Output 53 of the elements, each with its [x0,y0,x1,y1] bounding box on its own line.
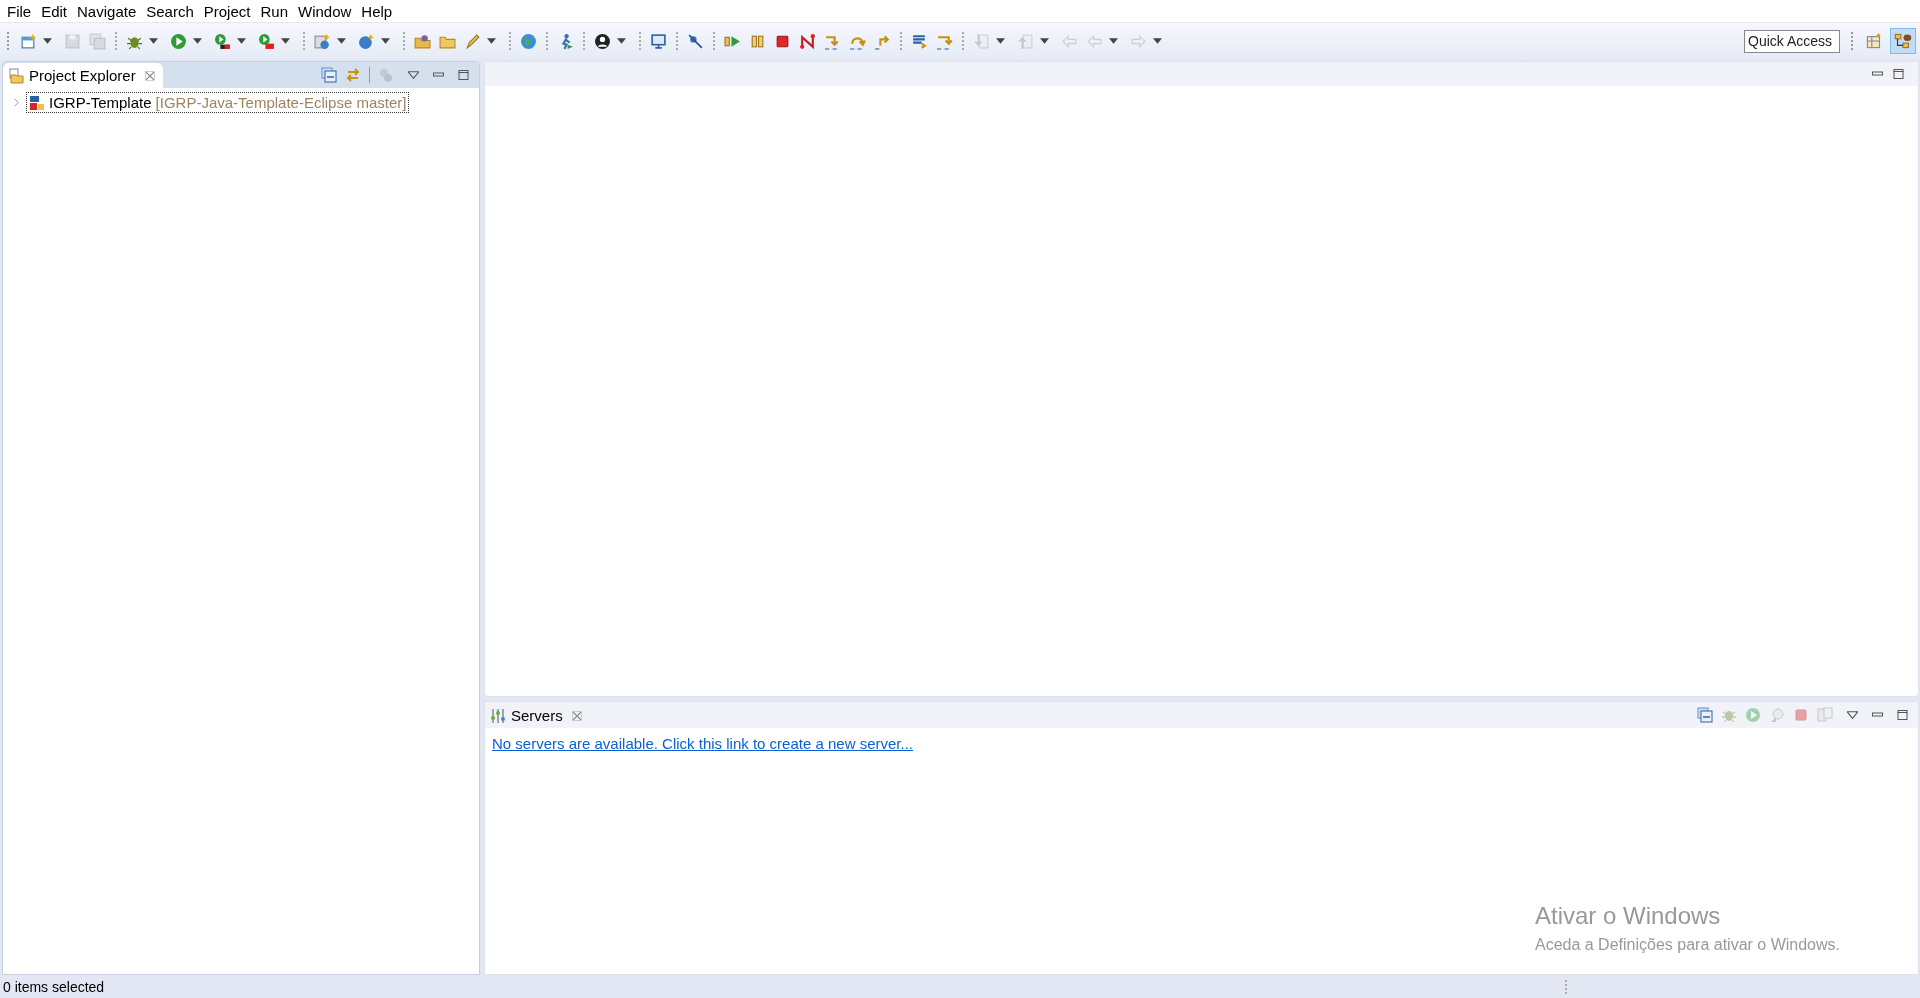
menu-item[interactable]: Project [198,2,256,20]
menu-item[interactable]: Search [141,2,199,20]
globe-icon[interactable] [520,32,537,50]
person-icon[interactable] [594,32,611,50]
view-menu-icon[interactable] [1847,710,1858,720]
menu-item[interactable]: Edit [36,2,73,20]
tree-item[interactable]: IGRP-Template [IGRP-Java-Template-Eclipse master] [26,92,410,113]
caret-icon[interactable] [337,38,346,44]
status-text: 0 items selected [3,978,105,995]
menu-item[interactable]: Help [356,2,398,20]
menu-item[interactable]: Window [293,2,357,20]
caret-icon[interactable] [43,38,52,44]
play-toolbox-icon[interactable] [258,32,275,50]
caret-icon[interactable] [617,38,626,44]
folder-icon[interactable] [414,32,431,50]
sliders-icon [490,707,506,724]
menu-item[interactable]: Run [255,2,293,20]
quick-access-field[interactable]: Quick Access [1744,29,1840,53]
project-explorer-tab[interactable]: Project Explorer [3,63,163,88]
caret-icon[interactable] [281,38,290,44]
menu-item[interactable]: File [2,2,37,20]
monitor-icon[interactable] [650,32,667,50]
crossed-pin-icon[interactable] [687,32,704,50]
caret-icon[interactable] [149,38,158,44]
caret-icon[interactable] [193,38,202,44]
pen-icon[interactable] [464,32,481,50]
frames-icon[interactable] [911,32,928,50]
collapse-icon[interactable] [321,67,337,83]
globe-plus-icon[interactable] [314,32,331,50]
maximize-icon[interactable] [458,70,469,80]
folder-icon [8,67,24,84]
close-icon[interactable] [144,70,155,81]
project-icon [29,94,45,111]
activation-text: Aceda a Definições para ativar o Windows. [1534,936,1840,954]
maximize-icon[interactable] [1897,710,1908,720]
minimize-icon[interactable] [433,70,444,80]
menu-item[interactable]: Navigate [72,2,142,20]
play-bar-icon[interactable] [214,32,231,50]
disconnect-icon[interactable] [799,32,816,50]
play-icon[interactable] [170,32,187,50]
new-window-icon[interactable] [20,32,37,50]
collapse-icon[interactable] [1697,707,1713,723]
activation-title: Ativar o Windows [1534,902,1722,930]
minimize-icon[interactable] [1872,69,1883,79]
caret-icon[interactable] [237,38,246,44]
close-icon[interactable] [571,710,582,721]
minimize-icon[interactable] [1872,710,1883,720]
caret-icon[interactable] [487,38,496,44]
create-server-link[interactable]: No servers are available. Click this link to create a new server... [492,735,913,752]
caret-icon[interactable] [381,38,390,44]
diagram-icon[interactable] [1890,28,1916,54]
maximize-icon[interactable] [1893,69,1904,79]
view-menu-icon[interactable] [408,70,419,80]
